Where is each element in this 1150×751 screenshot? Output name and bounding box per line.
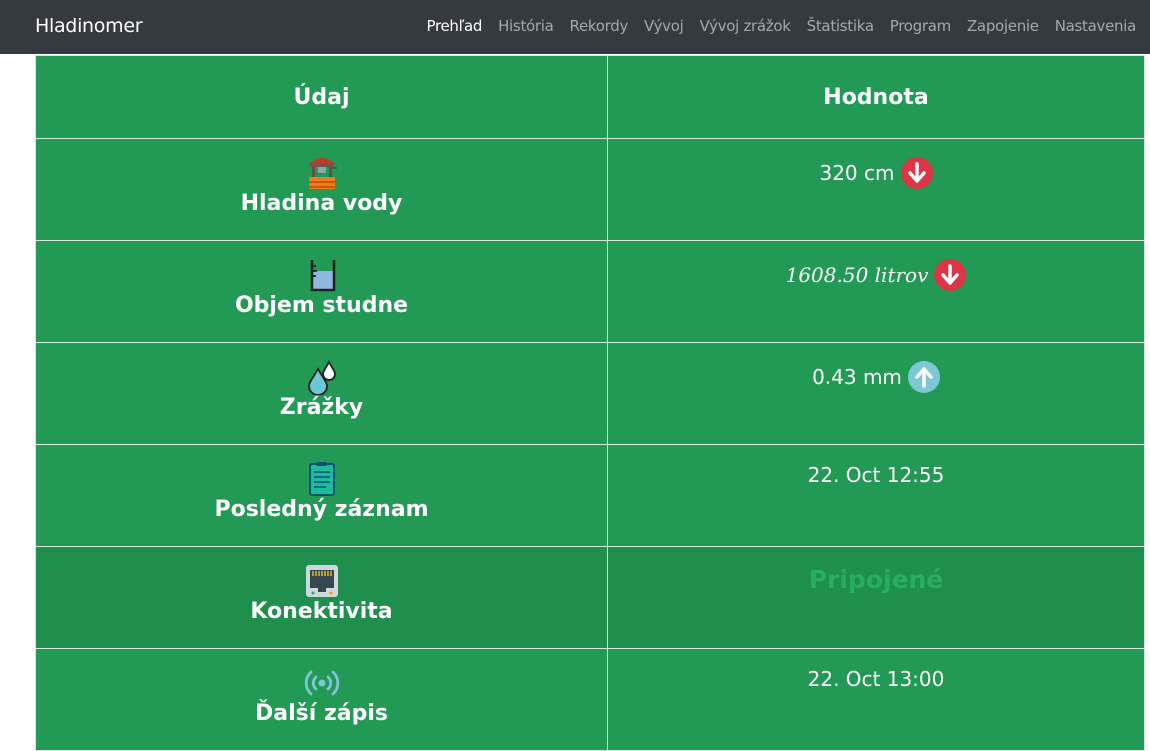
connectivity-status: Pripojené: [808, 565, 944, 594]
row-name-cell: Objem studne: [35, 240, 608, 343]
row-value-cell: 22. Oct 12:55: [607, 444, 1145, 547]
volume-value: 1608.50 litrov: [785, 263, 929, 287]
arrow-down-icon: [934, 259, 967, 291]
raindrops-icon: [304, 359, 340, 396]
row-value-cell: 22. Oct 13:00: [607, 648, 1145, 751]
water-level-value: 320 cm: [819, 161, 895, 185]
beaker-icon: [304, 257, 340, 293]
table-row: Konektivita Pripojené: [35, 546, 1145, 649]
row-label: Konektivita: [250, 599, 393, 624]
last-record-value: 22. Oct 12:55: [807, 463, 945, 487]
precipitation-value: 0.43 mm: [812, 365, 902, 389]
overview-table: Údaj Hodnota Hladina vody 320 cm Objem s…: [35, 55, 1145, 751]
row-label: Posledný záznam: [214, 497, 429, 522]
row-name-cell: Zrážky: [35, 342, 608, 445]
brand[interactable]: Hladinomer: [35, 15, 143, 37]
nav-program[interactable]: Program: [890, 17, 952, 35]
clipboard-icon: [304, 461, 340, 497]
table-row: Ďalší zápis 22. Oct 13:00: [35, 648, 1145, 751]
table-header-row: Údaj Hodnota: [35, 55, 1145, 139]
table-row: Zrážky 0.43 mm: [35, 342, 1145, 445]
header-udaj: Údaj: [35, 55, 608, 139]
row-name-cell: Konektivita: [35, 546, 608, 649]
arrow-up-icon: [907, 361, 940, 393]
nav-rekordy[interactable]: Rekordy: [570, 17, 629, 35]
table-row: Objem studne 1608.50 litrov: [35, 240, 1145, 343]
nav-zapojenie[interactable]: Zapojenie: [967, 17, 1039, 35]
row-value-cell: Pripojené: [607, 546, 1145, 649]
nav-statistika[interactable]: Štatistika: [807, 17, 874, 35]
row-name-cell: Posledný záznam: [35, 444, 608, 547]
row-label: Objem studne: [234, 293, 409, 318]
row-label: Hladina vody: [240, 191, 403, 216]
header-hodnota: Hodnota: [607, 55, 1145, 139]
broadcast-icon: [304, 665, 340, 701]
row-value-cell: 1608.50 litrov: [607, 240, 1145, 343]
table-row: Posledný záznam 22. Oct 12:55: [35, 444, 1145, 547]
arrow-down-icon: [900, 157, 933, 189]
row-value: 1608.50 litrov: [786, 259, 967, 291]
ethernet-port-icon: [304, 563, 340, 599]
table-row: Hladina vody 320 cm: [35, 138, 1145, 241]
row-label: Zrážky: [279, 395, 364, 420]
row-name-cell: Ďalší zápis: [35, 648, 608, 751]
row-label: Ďalší zápis: [255, 701, 388, 726]
navbar: Hladinomer Prehľad História Rekordy Vývo…: [0, 0, 1150, 54]
row-value: 0.43 mm: [812, 361, 940, 393]
nav-menu: Prehľad História Rekordy Vývoj Vývoj zrá…: [426, 17, 1136, 35]
row-value-cell: 0.43 mm: [607, 342, 1145, 445]
row-value: 320 cm: [819, 157, 933, 189]
row-name-cell: Hladina vody: [35, 138, 608, 241]
well-icon: [304, 155, 340, 191]
row-value-cell: 320 cm: [607, 138, 1145, 241]
nav-prehlad[interactable]: Prehľad: [426, 17, 482, 35]
nav-nastavenia[interactable]: Nastavenia: [1055, 17, 1137, 35]
next-write-value: 22. Oct 13:00: [807, 667, 945, 691]
nav-vyvoj-zrazok[interactable]: Vývoj zrážok: [700, 17, 791, 35]
nav-vyvoj[interactable]: Vývoj: [644, 17, 684, 35]
nav-historia[interactable]: História: [498, 17, 554, 35]
